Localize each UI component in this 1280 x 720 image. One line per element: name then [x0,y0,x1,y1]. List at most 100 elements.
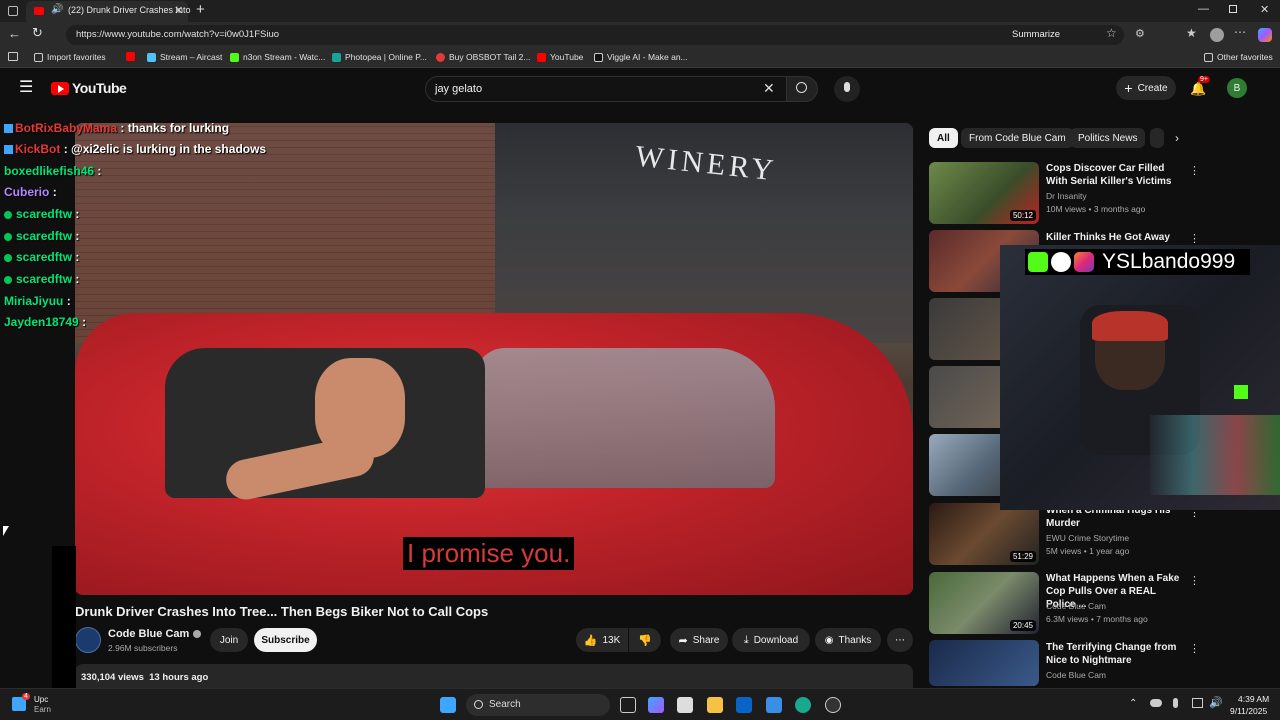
related-video-title[interactable]: The Terrifying Change from Nice to Night… [1046,641,1181,667]
copilot-icon[interactable] [1258,28,1272,42]
more-menu-icon[interactable]: ⋯ [1234,25,1246,39]
share-button[interactable]: ➦ Share [670,628,728,652]
store-icon[interactable] [677,697,693,713]
bookmark-label: Stream – Aircast [160,52,223,62]
bookmark-other-favorites[interactable]: Other favorites [1204,52,1273,62]
weather-widget[interactable]: 4 Upc Earn [12,693,52,717]
join-button[interactable]: Join [210,628,248,652]
bookmark-obsbot[interactable]: Buy OBSBOT Tail 2... [436,52,530,62]
obs-icon[interactable] [825,697,841,713]
chip-all[interactable]: All [929,128,958,148]
video-options-icon[interactable]: ⋮ [1189,164,1200,177]
video-duration: 51:29 [1009,551,1036,562]
related-video-channel[interactable]: Code Blue Cam [1046,670,1106,680]
window-close-icon[interactable]: ✕ [1260,3,1269,16]
windows-taskbar: 4 Upc Earn Search ⌃ 🔊 4:39 AM 9/11/2025 [0,688,1280,720]
back-icon[interactable]: ← [8,26,21,41]
description-box[interactable]: 330,104 views 13 hours ago [75,664,913,688]
summarize-button[interactable]: Summarize [1012,29,1060,40]
related-video-channel[interactable]: EWU Crime Storytime [1046,533,1129,543]
related-thumbnail[interactable]: 50:12 [929,162,1039,224]
account-avatar[interactable]: B [1227,78,1247,98]
related-video-channel[interactable]: Dr Insanity [1046,191,1087,201]
subscribe-button[interactable]: Subscribe [254,628,317,652]
bookmark-viggle[interactable]: Viggle AI - Make an... [594,52,688,62]
related-thumbnail[interactable]: 20:45 [929,572,1039,634]
clock-date[interactable]: 9/11/2025 [1230,706,1267,716]
like-button[interactable]: 👍 13K [576,628,628,652]
thumbs-down-icon: 👎 [638,634,652,647]
dislike-button[interactable]: 👎 [629,628,661,652]
refresh-icon[interactable]: ↻ [32,25,43,41]
edge-browser-icon[interactable] [795,697,811,713]
related-video-channel[interactable]: Code Blue Cam [1046,601,1106,611]
file-explorer-icon[interactable] [707,697,723,713]
profile-avatar[interactable] [1210,28,1224,42]
video-options-icon[interactable]: ⋮ [1189,642,1200,655]
minimize-icon[interactable]: — [1198,3,1209,15]
download-button[interactable]: ⤓ Download [732,628,810,652]
restore-icon[interactable] [1229,5,1237,13]
favorites-icon[interactable]: ★ [1186,26,1197,40]
channel-avatar[interactable] [75,627,101,653]
chip-politics-news[interactable]: Politics News [1070,128,1146,148]
network-icon[interactable] [1192,698,1203,708]
youtube-play-icon [51,81,69,95]
video-options-icon[interactable]: ⋮ [1189,232,1200,245]
chevron-right-icon[interactable]: › [1175,131,1179,145]
address-bar-row: ← ↻ https://www.youtube.com/watch?v=i0w0… [0,22,1280,48]
chip-partial[interactable] [1150,128,1164,148]
onedrive-icon[interactable] [1150,699,1162,707]
bookmark-n3on[interactable]: n3on Stream - Watc... [230,52,325,62]
bookmark-youtube-red[interactable] [126,52,135,61]
notifications-button[interactable]: 🔔 9+ [1190,76,1210,96]
clear-search-icon[interactable]: ✕ [763,80,775,97]
related-thumbnail[interactable] [929,640,1039,686]
bookmark-import-favorites[interactable]: Import favorites [34,52,106,62]
tab-close-icon[interactable]: ✕ [174,4,183,17]
browser-tab-active[interactable]: 🔊 (22) Drunk Driver Crashes Into ✕ [26,1,191,22]
photos-icon[interactable] [766,697,782,713]
bookmark-aircast[interactable]: Stream – Aircast [147,52,222,62]
bookmark-photopea[interactable]: Photopea | Online P... [332,52,427,62]
tray-chevron-icon[interactable]: ⌃ [1129,698,1137,709]
bookmark-youtube[interactable]: YouTube [537,52,583,62]
hamburger-menu-icon[interactable]: ☰ [19,77,33,97]
copilot-taskbar-icon[interactable] [648,697,664,713]
bookmark-label: Other favorites [1217,52,1273,62]
task-view-icon[interactable] [620,697,636,713]
favorite-star-icon[interactable]: ☆ [1106,26,1117,40]
chat-username: scaredftw [16,250,73,264]
account-initial: B [1233,82,1241,94]
create-button[interactable]: + Create [1116,76,1176,100]
youtube-logo[interactable]: YouTube [51,80,127,96]
windows-start-icon[interactable] [440,697,456,713]
extensions-icon[interactable]: ⚙ [1135,27,1145,40]
clock-time[interactable]: 4:39 AM [1238,694,1269,704]
related-thumbnail[interactable]: 51:29 [929,503,1039,565]
more-actions-button[interactable]: ⋯ [887,628,913,652]
url-field[interactable]: https://www.youtube.com/watch?v=i0w0J1FS… [66,25,1124,45]
chip-from-channel[interactable]: From Code Blue Cam [961,128,1074,148]
share-label: Share [692,634,720,646]
chip-label: Politics News [1078,132,1138,144]
video-options-icon[interactable]: ⋮ [1189,574,1200,587]
related-video-title[interactable]: Cops Discover Car Filled With Serial Kil… [1046,162,1181,188]
mic-tray-icon[interactable] [1173,698,1178,708]
channel-name-text: Code Blue Cam [108,628,190,640]
volume-icon[interactable]: 🔊 [1209,696,1223,709]
favorites-folder-icon[interactable] [8,52,18,61]
voice-search-button[interactable] [834,76,860,102]
taskbar-search[interactable]: Search [466,694,610,716]
search-input[interactable]: jay gelato ✕ [425,76,787,102]
channel-name[interactable]: Code Blue Cam [108,628,202,640]
kick-logo-icon [1234,385,1248,399]
video-title: Drunk Driver Crashes Into Tree... Then B… [75,604,489,619]
audio-playing-icon[interactable]: 🔊 [51,4,63,15]
thanks-button[interactable]: ◉ Thanks [815,628,881,652]
search-button[interactable] [786,76,818,102]
outlook-icon[interactable] [736,697,752,713]
new-tab-icon[interactable]: + [196,1,205,18]
streamer-red-durag [1092,311,1168,341]
tab-actions-icon[interactable] [8,6,18,16]
